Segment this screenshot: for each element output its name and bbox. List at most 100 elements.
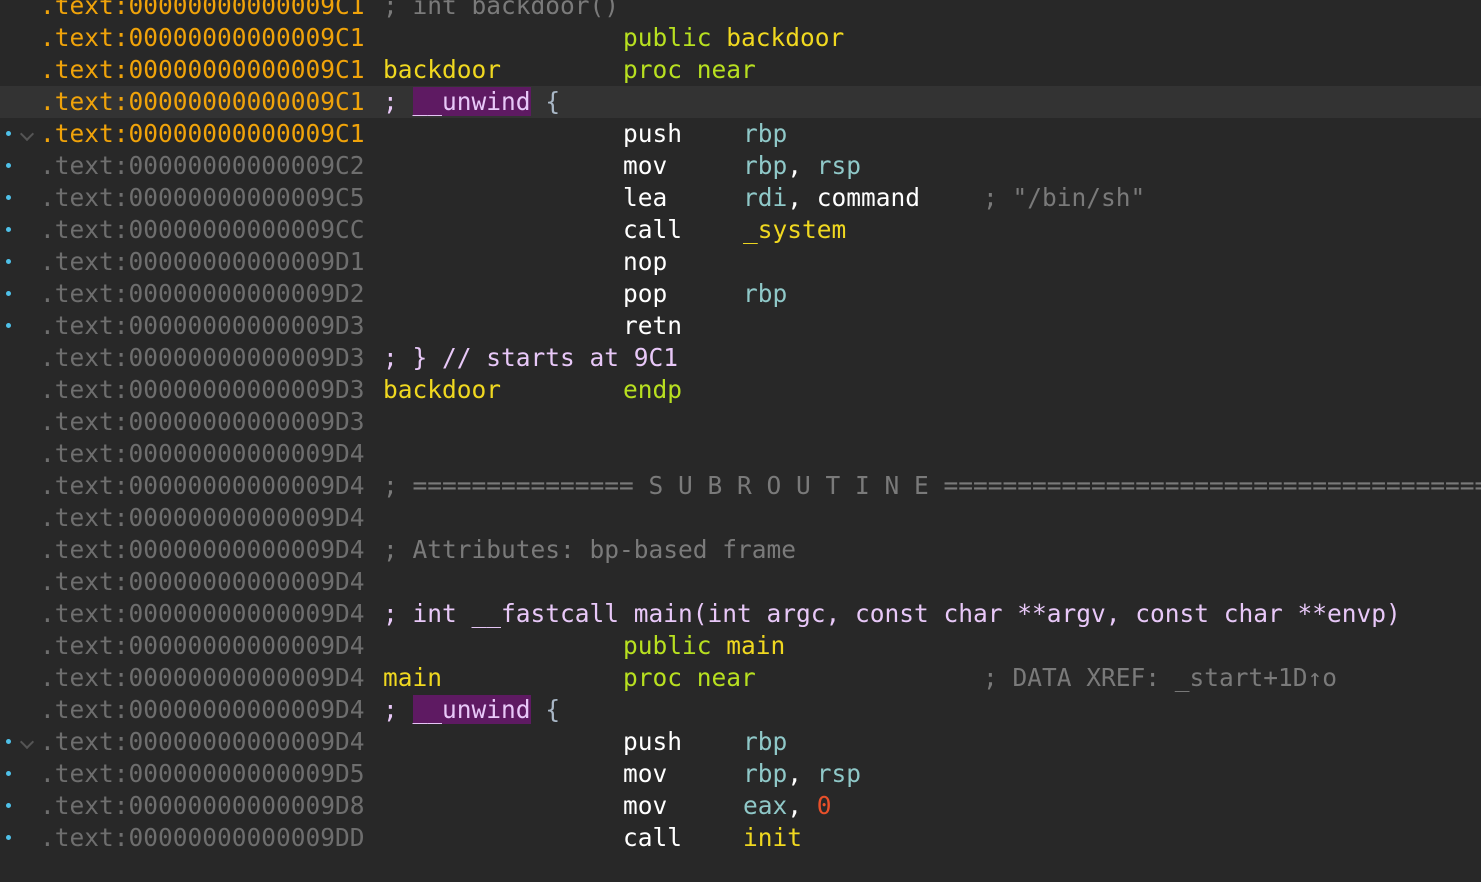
gutter xyxy=(0,22,40,54)
listing-line[interactable]: .text:00000000000009C1 ; int backdoor() xyxy=(0,0,1481,22)
breakpoint-dot-icon[interactable] xyxy=(6,227,11,232)
register-operand[interactable]: eax xyxy=(743,791,787,820)
line-address[interactable]: .text:00000000000009C5 xyxy=(40,182,365,214)
line-address[interactable]: .text:00000000000009D2 xyxy=(40,278,365,310)
register-operand[interactable]: rbp xyxy=(743,151,787,180)
instruction-mnemonic[interactable]: mov xyxy=(623,758,667,790)
breakpoint-dot-icon[interactable] xyxy=(6,835,11,840)
listing-line[interactable]: .text:00000000000009D4 ; int __fastcall m… xyxy=(0,598,1481,630)
register-operand[interactable]: rsp xyxy=(817,759,861,788)
instruction-mnemonic[interactable]: push xyxy=(623,118,682,150)
listing-line[interactable]: .text:00000000000009D4; __unwind { xyxy=(0,694,1481,726)
instruction-mnemonic[interactable]: mov xyxy=(623,790,667,822)
instruction-mnemonic[interactable]: call xyxy=(623,822,682,854)
breakpoint-dot-icon[interactable] xyxy=(6,739,11,744)
listing-line[interactable]: .text:00000000000009C2 mov rbp, rsp xyxy=(0,150,1481,182)
line-address[interactable]: .text:00000000000009D3 xyxy=(40,374,365,406)
directive-keyword: public xyxy=(623,631,712,660)
line-address[interactable]: .text:00000000000009D4 xyxy=(40,598,365,630)
listing-line[interactable]: .text:00000000000009D8 mov eax, 0 xyxy=(0,790,1481,822)
listing-line[interactable]: .text:00000000000009D2 pop rbp xyxy=(0,278,1481,310)
listing-line[interactable]: .text:00000000000009D4 public main xyxy=(0,630,1481,662)
instruction-mnemonic[interactable]: nop xyxy=(623,246,667,278)
line-address[interactable]: .text:00000000000009C1 xyxy=(40,22,365,54)
listing-line[interactable]: .text:00000000000009C1 push rbp xyxy=(0,118,1481,150)
line-address[interactable]: .text:00000000000009D5 xyxy=(40,758,365,790)
instruction-mnemonic[interactable]: pop xyxy=(623,278,667,310)
immediate-operand[interactable]: 0 xyxy=(817,791,832,820)
listing-line[interactable]: .text:00000000000009D5 mov rbp, rsp xyxy=(0,758,1481,790)
line-address[interactable]: .text:00000000000009C1 xyxy=(40,118,365,150)
function-operand[interactable]: init xyxy=(743,823,802,852)
proc-label[interactable]: backdoor xyxy=(383,374,501,406)
listing-line[interactable]: .text:00000000000009D1 nop xyxy=(0,246,1481,278)
breakpoint-dot-icon[interactable] xyxy=(6,131,11,136)
register-operand[interactable]: rbp xyxy=(743,759,787,788)
function-operand[interactable]: _system xyxy=(743,215,846,244)
symbol-name[interactable]: main xyxy=(726,631,785,660)
line-address[interactable]: .text:00000000000009C1 xyxy=(40,0,365,22)
line-address[interactable]: .text:00000000000009C1 xyxy=(40,54,365,86)
line-address[interactable]: .text:00000000000009D3 xyxy=(40,342,365,374)
listing-line[interactable]: .text:00000000000009C1; __unwind { xyxy=(0,86,1481,118)
line-address[interactable]: .text:00000000000009D4 xyxy=(40,534,365,566)
line-address[interactable]: .text:00000000000009C1 xyxy=(40,86,365,118)
listing-line[interactable]: .text:00000000000009D4 push rbp xyxy=(0,726,1481,758)
instruction-mnemonic[interactable]: call xyxy=(623,214,682,246)
line-address[interactable]: .text:00000000000009D4 xyxy=(40,630,365,662)
listing-line[interactable]: .text:00000000000009D3 backdoor endp xyxy=(0,374,1481,406)
breakpoint-dot-icon[interactable] xyxy=(6,259,11,264)
instruction-mnemonic[interactable]: retn xyxy=(623,310,682,342)
breakpoint-dot-icon[interactable] xyxy=(6,323,11,328)
line-address[interactable]: .text:00000000000009D3 xyxy=(40,406,365,438)
listing-line[interactable]: .text:00000000000009D3 retn xyxy=(0,310,1481,342)
listing-line[interactable]: .text:00000000000009D4 xyxy=(0,502,1481,534)
line-address[interactable]: .text:00000000000009D4 xyxy=(40,726,365,758)
register-operand[interactable]: rbp xyxy=(743,727,787,756)
breakpoint-dot-icon[interactable] xyxy=(6,195,11,200)
listing-line[interactable]: .text:00000000000009D4 ; =============== … xyxy=(0,470,1481,502)
listing-line[interactable]: .text:00000000000009D3 xyxy=(0,406,1481,438)
breakpoint-dot-icon[interactable] xyxy=(6,803,11,808)
instruction-mnemonic[interactable]: push xyxy=(623,726,682,758)
symbol-operand[interactable]: command xyxy=(817,183,920,212)
listing-line[interactable]: .text:00000000000009C1 backdoor proc near xyxy=(0,54,1481,86)
listing-line[interactable]: .text:00000000000009D4 ; Attributes: bp-b… xyxy=(0,534,1481,566)
listing-line[interactable]: .text:00000000000009C1 public backdoor xyxy=(0,22,1481,54)
breakpoint-dot-icon[interactable] xyxy=(6,163,11,168)
line-address[interactable]: .text:00000000000009D3 xyxy=(40,310,365,342)
register-operand[interactable]: rbp xyxy=(743,279,787,308)
instruction-mnemonic[interactable]: lea xyxy=(623,182,667,214)
line-address[interactable]: .text:00000000000009CC xyxy=(40,214,365,246)
register-operand[interactable]: rsp xyxy=(817,151,861,180)
proc-label[interactable]: main xyxy=(383,662,442,694)
line-address[interactable]: .text:00000000000009DD xyxy=(40,822,365,854)
line-address[interactable]: .text:00000000000009D4 xyxy=(40,566,365,598)
line-address[interactable]: .text:00000000000009D8 xyxy=(40,790,365,822)
listing-line[interactable]: .text:00000000000009D4 xyxy=(0,438,1481,470)
line-address[interactable]: .text:00000000000009D1 xyxy=(40,246,365,278)
listing-line[interactable]: .text:00000000000009DD call init xyxy=(0,822,1481,854)
proc-label[interactable]: backdoor xyxy=(383,54,501,86)
breakpoint-dot-icon[interactable] xyxy=(6,771,11,776)
line-address[interactable]: .text:00000000000009D4 xyxy=(40,694,365,726)
instruction-mnemonic[interactable]: mov xyxy=(623,150,667,182)
line-address[interactable]: .text:00000000000009D4 xyxy=(40,662,365,694)
xref-comment[interactable]: ; DATA XREF: _start+1D↑o xyxy=(983,662,1337,694)
fold-chevron-icon[interactable] xyxy=(19,734,35,750)
line-address[interactable]: .text:00000000000009C2 xyxy=(40,150,365,182)
register-operand[interactable]: rbp xyxy=(743,119,787,148)
listing-line[interactable]: .text:00000000000009D4 main proc near ; DAT… xyxy=(0,662,1481,694)
register-operand[interactable]: rdi xyxy=(743,183,787,212)
symbol-name[interactable]: backdoor xyxy=(726,23,844,52)
line-address[interactable]: .text:00000000000009D4 xyxy=(40,438,365,470)
listing-line[interactable]: .text:00000000000009D3 ; } // starts at 9… xyxy=(0,342,1481,374)
breakpoint-dot-icon[interactable] xyxy=(6,291,11,296)
line-address[interactable]: .text:00000000000009D4 xyxy=(40,470,365,502)
listing-line[interactable]: .text:00000000000009CC call _system xyxy=(0,214,1481,246)
fold-chevron-icon[interactable] xyxy=(19,126,35,142)
listing-line[interactable]: .text:00000000000009C5 lea rdi, command ; "… xyxy=(0,182,1481,214)
disassembly-view[interactable]: .text:00000000000009C1; int backdoor() .t… xyxy=(0,0,1481,882)
listing-line[interactable]: .text:00000000000009D4 xyxy=(0,566,1481,598)
line-address[interactable]: .text:00000000000009D4 xyxy=(40,502,365,534)
